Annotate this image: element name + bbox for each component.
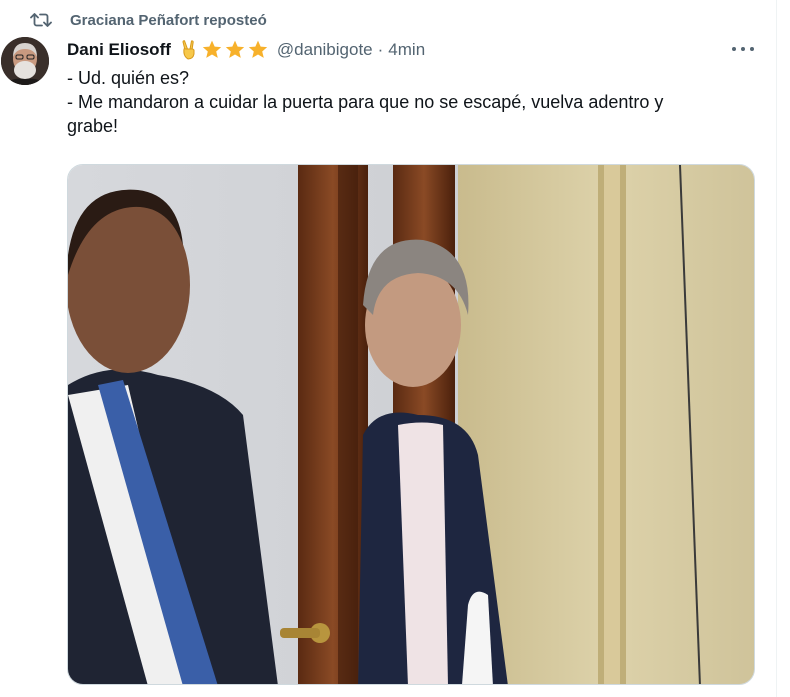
author-badges <box>177 39 269 61</box>
timestamp[interactable]: 4min <box>388 40 425 60</box>
avatar[interactable] <box>1 37 49 85</box>
separator-dot: · <box>377 40 384 59</box>
tweet-header: Dani Eliosoff @danibigote · 4min <box>67 38 425 62</box>
timeline-border <box>776 0 777 697</box>
tweet-photo[interactable] <box>67 164 755 685</box>
more-options-icon[interactable] <box>732 42 754 56</box>
tweet-text: - Ud. quién es? - Me mandaron a cuidar l… <box>67 66 767 138</box>
repost-icon <box>30 10 54 30</box>
author-name[interactable]: Dani Eliosoff <box>67 40 171 60</box>
repost-context[interactable]: Graciana Peñafort reposteó <box>30 10 267 30</box>
tweet-text-line: - Me mandaron a cuidar la puerta para qu… <box>67 92 664 112</box>
author-handle[interactable]: @danibigote <box>277 40 373 60</box>
star-emoji <box>248 40 268 58</box>
star-emoji <box>225 40 245 58</box>
tweet-text-line: - Ud. quién es? <box>67 68 190 88</box>
tweet-text-line: grabe! <box>67 116 119 136</box>
victory-hand-emoji <box>182 40 195 60</box>
star-emoji <box>202 40 222 58</box>
repost-label[interactable]: Graciana Peñafort reposteó <box>70 12 267 29</box>
